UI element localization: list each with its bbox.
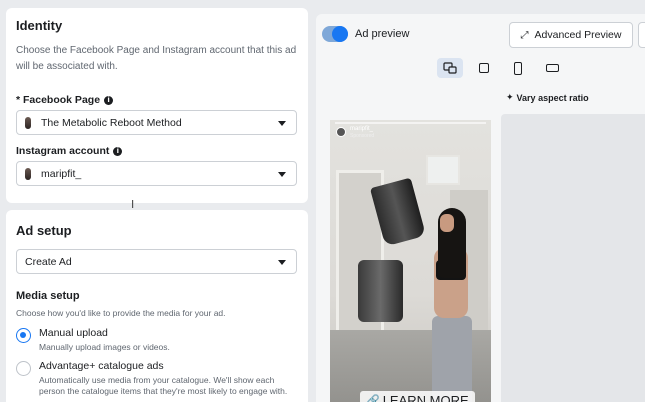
multi-placement-icon	[443, 62, 457, 74]
story-sponsored-label: Sponsored	[350, 133, 375, 139]
identity-title: Identity	[16, 18, 63, 33]
secondary-preview	[501, 114, 645, 402]
ad-preview-toggle[interactable]	[322, 26, 348, 42]
ad-preview-label: Ad preview	[355, 28, 410, 40]
media-setup-title: Media setup	[16, 290, 80, 302]
instagram-account-select[interactable]: maripfit_	[16, 161, 297, 186]
person-pants	[432, 316, 472, 402]
air-fryer-image	[358, 260, 403, 322]
ad-setup-value: Create Ad	[25, 255, 72, 268]
vertical-format-button[interactable]	[505, 58, 531, 78]
catalogue-ads-option[interactable]: Advantage+ catalogue ads Automatically u…	[16, 360, 299, 397]
all-placements-format-button[interactable]	[437, 58, 463, 78]
more-options-button[interactable]	[638, 22, 645, 48]
video-window	[426, 155, 460, 185]
story-progress-bar	[335, 122, 486, 124]
advanced-preview-label: Advanced Preview	[534, 29, 622, 41]
instagram-avatar	[25, 167, 31, 180]
ad-setup-select[interactable]: Create Ad	[16, 249, 297, 274]
square-format-button[interactable]	[471, 58, 497, 78]
facebook-page-label-text: * Facebook Page	[16, 94, 101, 106]
learn-more-label: LEARN MORE	[382, 392, 469, 402]
instagram-value: maripfit_	[41, 167, 82, 180]
catalogue-ads-title: Advantage+ catalogue ads	[39, 360, 164, 372]
expand-icon: ⤢	[520, 29, 529, 41]
person-image	[428, 208, 478, 402]
sparkle-icon: ✦	[506, 93, 514, 103]
ad-setup-title: Ad setup	[16, 223, 72, 238]
manual-upload-subtitle: Manually upload images or videos.	[39, 342, 170, 352]
facebook-page-label: * Facebook Page i	[16, 94, 114, 106]
chevron-down-icon	[278, 172, 286, 177]
vary-aspect-ratio-label: Vary aspect ratio	[516, 93, 589, 103]
info-icon[interactable]: i	[113, 146, 123, 156]
identity-description: Choose the Facebook Page and Instagram a…	[16, 45, 297, 72]
advanced-preview-button[interactable]: ⤢ Advanced Preview	[509, 22, 633, 48]
story-handle: maripfit_	[350, 126, 374, 132]
catalogue-ads-radio[interactable]	[16, 361, 31, 376]
media-setup-description: Choose how you'd like to provide the med…	[16, 308, 226, 318]
instagram-label: Instagram account i	[16, 145, 123, 157]
landscape-icon	[545, 64, 559, 72]
ad-setup-card: Ad setup Create Ad Media setup Choose ho…	[6, 210, 308, 402]
chevron-down-icon	[278, 260, 286, 265]
chevron-down-icon	[278, 121, 286, 126]
vertical-icon	[514, 61, 522, 75]
landscape-format-button[interactable]	[539, 58, 565, 78]
info-icon[interactable]: i	[104, 95, 114, 105]
ad-preview-panel: Ad preview ⤢ Advanced Preview ✦ Vary asp…	[316, 14, 645, 402]
manual-upload-title: Manual upload	[39, 327, 108, 339]
instagram-label-text: Instagram account	[16, 145, 110, 157]
placement-format-bar	[437, 58, 565, 78]
catalogue-ads-subtitle: Automatically use media from your catalo…	[39, 375, 288, 396]
square-icon	[479, 63, 489, 73]
manual-upload-option[interactable]: Manual upload Manually upload images or …	[16, 327, 299, 353]
vary-aspect-ratio-button[interactable]: ✦ Vary aspect ratio	[506, 93, 589, 103]
story-avatar	[336, 127, 346, 137]
identity-card: Identity Choose the Facebook Page and In…	[6, 8, 308, 203]
learn-more-cta[interactable]: 🔗 LEARN MORE	[360, 391, 475, 402]
facebook-page-select[interactable]: The Metabolic Reboot Method	[16, 110, 297, 135]
toggle-knob	[332, 26, 348, 42]
page-avatar	[25, 116, 31, 129]
link-icon: 🔗	[366, 393, 380, 402]
manual-upload-radio[interactable]	[16, 328, 31, 343]
story-ad-preview[interactable]: maripfit_ Sponsored 🔗 LEARN MORE	[330, 120, 491, 402]
person-face	[440, 214, 454, 232]
facebook-page-value: The Metabolic Reboot Method	[41, 116, 182, 129]
